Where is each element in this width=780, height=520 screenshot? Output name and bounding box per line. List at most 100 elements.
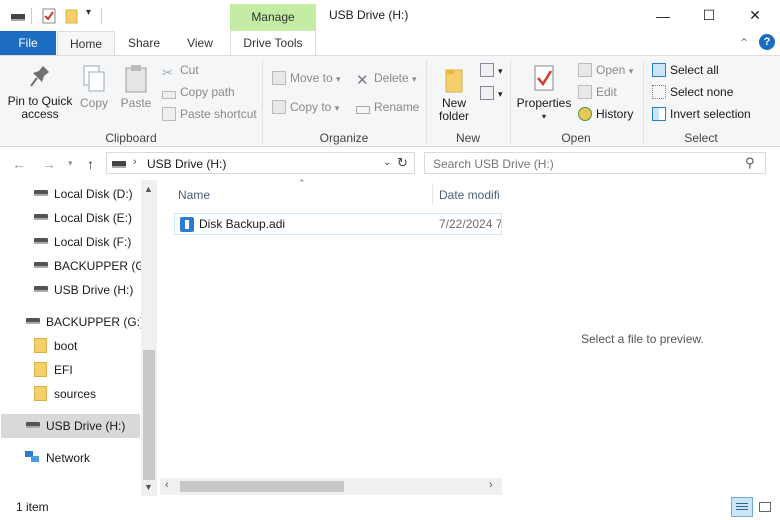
paste-shortcut-icon	[162, 107, 176, 121]
pin-to-quick-access-button[interactable]: Pin to Quick access	[4, 64, 76, 121]
preview-message: Select a file to preview.	[581, 332, 704, 346]
recent-locations-icon[interactable]: ▾	[68, 158, 73, 169]
up-arrow-icon[interactable]: ↑	[87, 156, 94, 172]
edit-button[interactable]: Edit	[578, 83, 617, 101]
nav-item-local-disk-d[interactable]: Local Disk (D:)	[34, 183, 133, 205]
nav-pane-scroll-thumb[interactable]	[143, 350, 155, 480]
maximize-button[interactable]: ☐	[686, 0, 732, 31]
rename-button[interactable]: Rename	[356, 98, 419, 116]
move-to-button[interactable]: Move to ▾	[272, 69, 341, 87]
tab-drive-tools[interactable]: Drive Tools	[230, 31, 316, 55]
copy-path-icon	[162, 91, 176, 99]
delete-button[interactable]: ✕ Delete ▾	[356, 69, 417, 88]
address-dropdown-icon[interactable]: ⌄	[383, 157, 391, 168]
nav-item-label: Network	[46, 451, 91, 465]
nav-item-usb-drive-h-root[interactable]: USB Drive (H:)	[26, 415, 125, 437]
tab-home[interactable]: Home	[57, 31, 115, 56]
nav-item-local-disk-f[interactable]: Local Disk (F:)	[34, 231, 131, 253]
horizontal-scroll-thumb[interactable]	[180, 481, 344, 492]
nav-item-boot[interactable]: boot	[34, 335, 77, 357]
scroll-right-icon[interactable]: ›	[489, 479, 493, 491]
properties-icon[interactable]	[41, 8, 57, 24]
scroll-left-icon[interactable]: ‹	[165, 479, 169, 491]
details-view-icon[interactable]	[731, 497, 753, 517]
nav-item-label: Local Disk (F:)	[54, 235, 132, 249]
file-name: Disk Backup.adi	[199, 217, 286, 231]
new-group-label: New	[455, 131, 480, 145]
minimize-button[interactable]: —	[640, 0, 686, 31]
nav-item-label: boot	[54, 339, 78, 353]
back-arrow-icon[interactable]: ←	[12, 156, 26, 172]
new-item-button[interactable]: ▾	[480, 61, 503, 79]
close-button[interactable]: ✕	[732, 0, 778, 31]
chevron-down-icon: ▾	[541, 112, 546, 121]
open-button[interactable]: Open ▾	[578, 61, 633, 79]
paste-icon	[125, 65, 147, 93]
nav-item-efi[interactable]: EFI	[34, 359, 73, 381]
copy-button[interactable]: Copy	[78, 64, 110, 110]
refresh-icon[interactable]: ↻	[397, 155, 408, 171]
nav-item-label: Local Disk (E:)	[54, 211, 133, 225]
cut-button[interactable]: ✂ Cut	[162, 61, 199, 80]
collapse-ribbon-icon[interactable]: ⌃	[739, 36, 749, 50]
rename-label: Rename	[374, 100, 420, 114]
properties-icon	[534, 65, 554, 91]
scroll-down-icon[interactable]: ▼	[144, 482, 153, 492]
large-icons-view-icon[interactable]	[756, 498, 774, 516]
history-icon	[578, 107, 592, 121]
history-button[interactable]: History	[578, 105, 633, 123]
paste-shortcut-label: Paste shortcut	[180, 107, 257, 121]
tab-file[interactable]: File	[0, 31, 56, 55]
tab-share[interactable]: Share	[118, 31, 170, 55]
nav-item-local-disk-e[interactable]: Local Disk (E:)	[34, 207, 132, 229]
column-header-date-modified[interactable]: Date modifi	[439, 188, 501, 202]
nav-item-network[interactable]: Network	[24, 447, 90, 469]
drive-icon	[34, 262, 48, 268]
nav-item-sources[interactable]: sources	[34, 383, 96, 405]
rename-icon	[356, 106, 370, 114]
edit-label: Edit	[596, 85, 617, 99]
customize-quick-access-icon[interactable]: ▾	[86, 7, 91, 18]
tab-view[interactable]: View	[172, 31, 228, 55]
select-all-button[interactable]: Select all	[652, 61, 719, 79]
select-none-button[interactable]: Select none	[652, 83, 733, 101]
drive-icon	[34, 214, 48, 220]
breadcrumb-chevron-icon[interactable]: ›	[133, 156, 137, 168]
address-bar[interactable]: › USB Drive (H:) ⌄ ↻	[106, 152, 415, 174]
drive-icon	[34, 190, 48, 196]
breadcrumb-location[interactable]: USB Drive (H:)	[147, 157, 226, 171]
nav-item-label: BACKUPPER (G:)	[46, 315, 145, 329]
drive-icon	[26, 318, 40, 324]
nav-item-label: EFI	[54, 363, 73, 377]
sort-ascending-icon: ⌃	[298, 178, 306, 188]
nav-item-label: sources	[54, 387, 97, 401]
invert-selection-button[interactable]: Invert selection	[652, 105, 751, 123]
forward-arrow-icon[interactable]: →	[42, 156, 56, 172]
column-divider[interactable]	[432, 183, 433, 205]
easy-access-button[interactable]: ▾	[480, 84, 503, 102]
ribbon: Pin to Quick access Copy Paste ✂ Cut Copy…	[0, 55, 780, 147]
folder-icon	[34, 362, 47, 377]
table-row[interactable]: Disk Backup.adi 7/22/2024 7:	[174, 213, 502, 235]
copy-label: Copy	[79, 96, 108, 110]
nav-item-usb-drive-h[interactable]: USB Drive (H:)	[34, 279, 133, 301]
search-icon[interactable]: ⚲	[745, 155, 755, 171]
help-icon[interactable]: ?	[759, 34, 775, 50]
folder-icon	[34, 386, 47, 401]
new-folder-button[interactable]: New folder	[432, 64, 476, 123]
scroll-up-icon[interactable]: ▲	[144, 184, 153, 194]
drive-icon	[26, 422, 40, 428]
paste-button[interactable]: Paste	[118, 64, 154, 110]
search-box[interactable]: Search USB Drive (H:) ⚲	[424, 152, 766, 174]
cut-label: Cut	[180, 63, 199, 77]
copy-to-button[interactable]: Copy to ▾	[272, 98, 339, 116]
new-folder-icon[interactable]	[64, 8, 80, 24]
column-header-name[interactable]: Name	[178, 188, 210, 202]
copy-path-button[interactable]: Copy path	[162, 83, 235, 101]
new-folder-label: New folder	[438, 96, 470, 123]
nav-item-backupper-g-root[interactable]: BACKUPPER (G:)	[26, 311, 144, 333]
search-input[interactable]: Search USB Drive (H:)	[433, 157, 554, 171]
properties-button[interactable]: Properties ▾	[514, 64, 574, 123]
paste-shortcut-button[interactable]: Paste shortcut	[162, 105, 257, 123]
nav-item-backupper-g[interactable]: BACKUPPER (G:)	[34, 255, 152, 277]
